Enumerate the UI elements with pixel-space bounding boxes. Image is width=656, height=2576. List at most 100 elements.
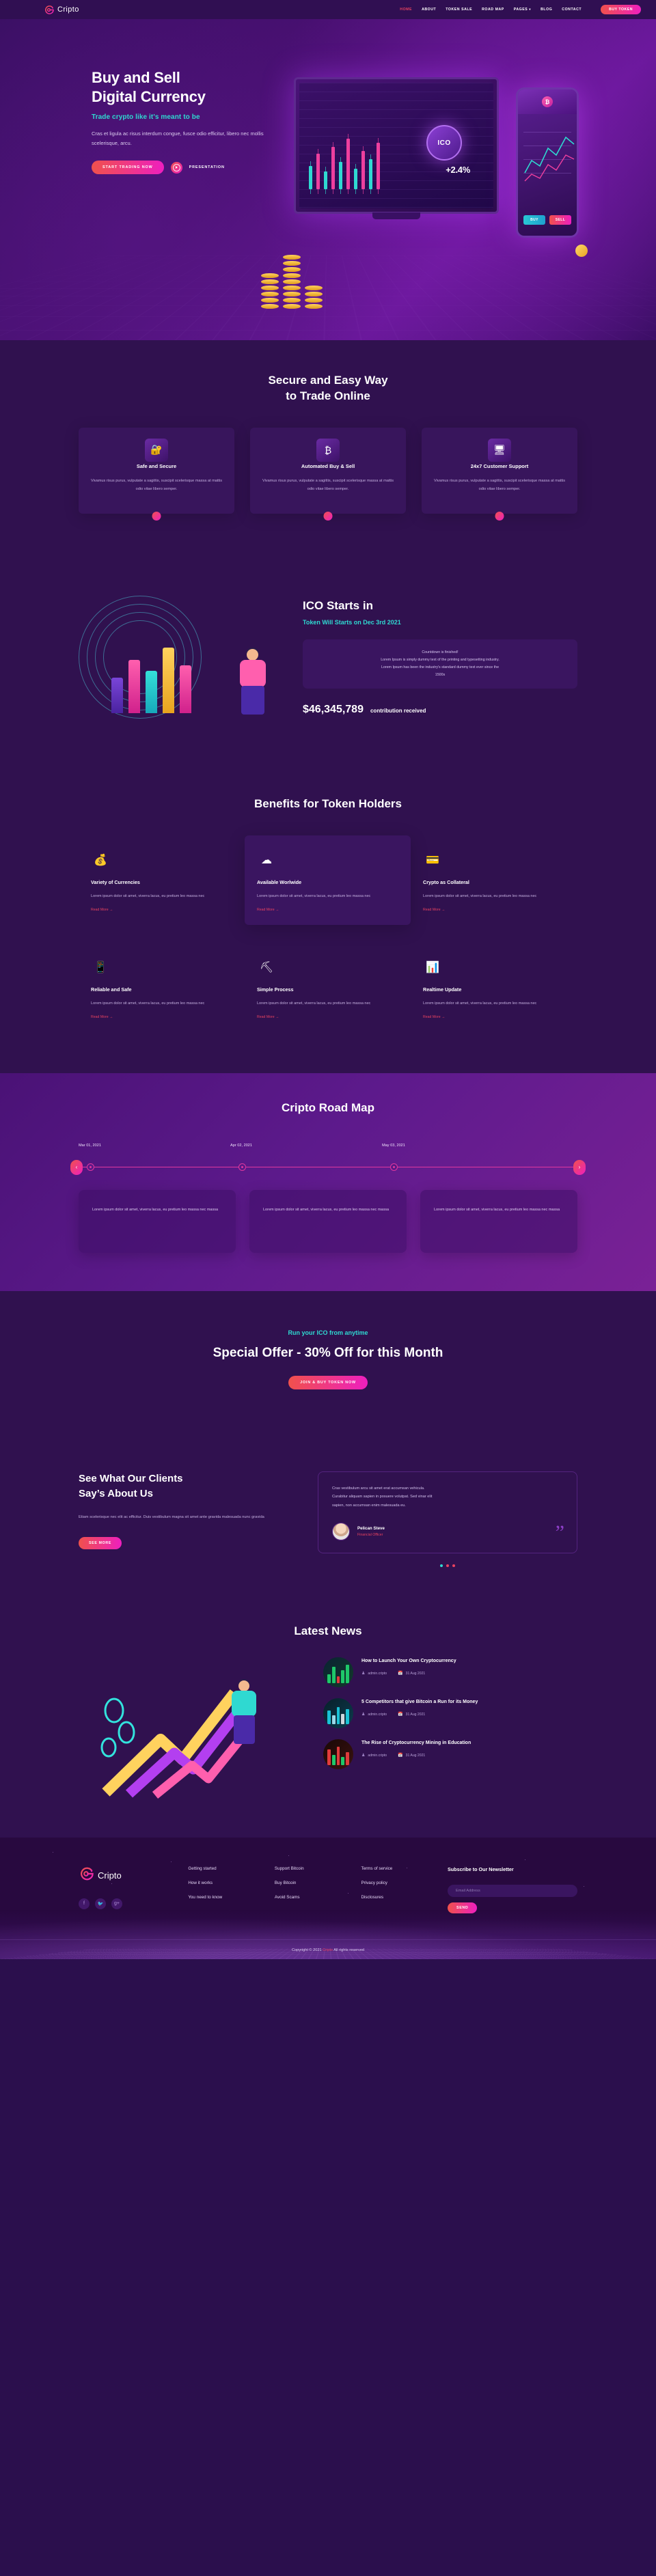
benefit-card[interactable]: ⛏ Simple Process Lorem ipsum dolor sit a…	[245, 943, 411, 1032]
calendar-icon: 📅	[398, 1754, 403, 1758]
see-more-button[interactable]: SEE MORE	[79, 1537, 122, 1550]
roadmap-card: Lorem ipsum dolor sit amet, viverra lacu…	[420, 1189, 577, 1253]
testimonial-author-name: Pelican Steve	[357, 1525, 385, 1531]
read-more-link[interactable]: Read More →	[257, 1015, 279, 1019]
footer-link[interactable]: Disclosures	[361, 1895, 448, 1900]
hero-subtitle: Trade crypto like it's meant to be	[92, 113, 200, 122]
bitcoin-exchange-icon: ₿	[316, 438, 340, 462]
roadmap-node[interactable]	[87, 1163, 94, 1171]
copyright-brand: Cripto	[323, 1948, 333, 1952]
footer-column-bitcoin: Support Bitcoin Buy Bitcoin Avoid Scams	[275, 1866, 361, 1913]
roadmap-next-button[interactable]: ›	[573, 1159, 586, 1175]
testimonial-pagination	[318, 1564, 577, 1567]
footer-link[interactable]: Getting started	[188, 1866, 275, 1871]
facebook-icon[interactable]: f	[79, 1898, 90, 1909]
footer-link[interactable]: Buy Bitcoin	[275, 1881, 361, 1885]
footer-link[interactable]: Privacy policy	[361, 1881, 448, 1885]
feature-card[interactable]: 🖥 24x7 Customer Support Vivamus risus pu…	[422, 427, 577, 521]
testimonials-heading: See What Our Clients Say’s About Us	[79, 1471, 284, 1501]
ico-person-illustration	[232, 648, 275, 715]
features-section: Secure and Easy Way to Trade Online 🔐 Sa…	[0, 340, 656, 555]
pagination-dot[interactable]	[440, 1564, 443, 1567]
offer-headline: Special Offer - 30% Off for this Month	[213, 1345, 443, 1360]
feature-card[interactable]: ₿ Automated Buy & Sell Vivamus risus pur…	[250, 427, 406, 521]
benefit-card-title: Simple Process	[257, 986, 294, 993]
hero-percent-change: +2.4%	[446, 165, 470, 175]
hero-paragraph: Cras et ligula ac risus interdum congue,…	[92, 130, 264, 147]
benefit-card[interactable]: ☁ Available Worlwide Lorem ipsum dolor s…	[245, 835, 411, 926]
pagination-dot[interactable]	[446, 1564, 449, 1567]
twitter-icon[interactable]: 🐦	[95, 1898, 106, 1909]
brand-name: Cripto	[57, 5, 79, 14]
hero-title: Buy and Sell Digital Currency	[92, 68, 287, 107]
cripto-spiral-logo-icon	[79, 1866, 94, 1885]
ico-heading: ICO Starts in	[303, 599, 373, 613]
start-trading-button[interactable]: START TRADING NOW	[92, 161, 164, 175]
footer-link[interactable]: How it works	[188, 1881, 275, 1885]
nav-item-home[interactable]: HOME	[400, 8, 412, 12]
user-icon: ♟	[361, 1713, 366, 1717]
roadmap-card-text: Lorem ipsum dolor sit amet, viverra lacu…	[434, 1207, 560, 1212]
footer-link[interactable]: Terms of service	[361, 1866, 448, 1871]
news-item[interactable]: How to Launch Your Own Cryptocurrency ♟ …	[323, 1657, 577, 1687]
benefit-card-text: Lorem ipsum dolor sit amet, viverra lacu…	[423, 1001, 537, 1006]
benefit-card[interactable]: 💰 Variety of Currencies Lorem ipsum dolo…	[79, 835, 245, 925]
features-title-line2: to Trade Online	[286, 389, 370, 402]
nav-item-blog[interactable]: BLOG	[541, 8, 552, 12]
join-buy-token-button[interactable]: JOIN & BUY TOKEN NOW	[288, 1375, 368, 1389]
testimonial-author-role: Financial Officer	[357, 1532, 383, 1537]
brand-logo[interactable]: Cripto	[44, 5, 79, 15]
nav-item-about[interactable]: ABOUT	[422, 8, 436, 12]
site-footer: Cripto f 🐦 g+ Getting started How it wor…	[0, 1837, 656, 1959]
ico-section: ICO Starts in Token Will Starts on Dec 3…	[0, 555, 656, 774]
roadmap-date: Apr 02, 2021	[230, 1143, 253, 1148]
footer-column-getting-started: Getting started How it works You need to…	[188, 1866, 275, 1913]
read-more-link[interactable]: Read More →	[257, 908, 279, 912]
news-item[interactable]: 5 Competitors that give Bitcoin a Run fo…	[323, 1698, 577, 1728]
realtime-chart-icon: 📊	[426, 962, 439, 974]
buy-token-button[interactable]: BUY TOKEN	[601, 5, 641, 14]
play-button-icon[interactable]	[170, 161, 182, 174]
google-plus-icon[interactable]: g+	[111, 1898, 122, 1909]
read-more-link[interactable]: Read More →	[91, 1015, 113, 1019]
roadmap-node[interactable]	[238, 1163, 246, 1171]
calendar-icon: 📅	[398, 1672, 403, 1676]
footer-brand-name: Cripto	[98, 1870, 122, 1881]
roadmap-date: Mar 01, 2021	[79, 1143, 101, 1148]
footer-brand-logo[interactable]: Cripto	[79, 1866, 188, 1885]
read-more-link[interactable]: Read More →	[423, 1015, 445, 1019]
countdown-box: Countdown is finished! Lorem Ipsum is si…	[303, 639, 577, 689]
nav-item-road-map[interactable]: ROAD MAP	[482, 8, 504, 12]
footer-column-legal: Terms of service Privacy policy Disclosu…	[361, 1866, 448, 1913]
footer-link[interactable]: Support Bitcoin	[275, 1866, 361, 1871]
nav-item-pages[interactable]: PAGES ▾	[514, 8, 531, 12]
newsletter-block: Subscribe to Our Newsletter SEND	[448, 1866, 577, 1913]
support-screen-icon: 🖥	[488, 438, 511, 462]
countdown-line: Lorem Ipsum has been the industry's stan…	[381, 665, 500, 669]
news-item[interactable]: The Rise of Cryptocurrency Mining in Edu…	[323, 1739, 577, 1769]
email-field[interactable]	[448, 1884, 577, 1897]
send-button[interactable]: SEND	[448, 1902, 478, 1913]
newsletter-heading: Subscribe to Our Newsletter	[448, 1866, 514, 1872]
benefit-card[interactable]: 💳 Crypto as Collateral Lorem ipsum dolor…	[411, 835, 577, 925]
footer-link[interactable]: Avoid Scams	[275, 1895, 361, 1900]
feature-card-dot	[495, 512, 504, 521]
feature-card[interactable]: 🔐 Safe and Secure Vivamus risus purus, v…	[79, 427, 234, 521]
copyright-pre: Copyright © 2021	[291, 1948, 323, 1952]
countdown-line: 1500s	[435, 672, 446, 677]
feature-card-title: 24x7 Customer Support	[470, 462, 529, 469]
read-more-link[interactable]: Read More →	[91, 908, 113, 912]
benefit-card-text: Lorem ipsum dolor sit amet, viverra lacu…	[91, 1001, 205, 1006]
roadmap-title: Cripto Road Map	[282, 1100, 374, 1114]
nav-item-contact[interactable]: CONTACT	[562, 8, 582, 12]
benefit-card[interactable]: 📱 Reliable and Safe Lorem ipsum dolor si…	[79, 943, 245, 1032]
roadmap-node[interactable]	[390, 1163, 398, 1171]
benefit-card[interactable]: 📊 Realtime Update Lorem ipsum dolor sit …	[411, 943, 577, 1032]
roadmap-prev-button[interactable]: ‹	[70, 1159, 83, 1175]
nav-item-token-sale[interactable]: TOKEN SALE	[446, 8, 472, 12]
read-more-link[interactable]: Read More →	[423, 908, 445, 912]
presentation-link[interactable]: PRESENTATION	[189, 165, 225, 169]
footer-link[interactable]: You need to know	[188, 1895, 275, 1900]
coin-stack-illustration	[261, 255, 323, 309]
pagination-dot[interactable]	[452, 1564, 455, 1567]
